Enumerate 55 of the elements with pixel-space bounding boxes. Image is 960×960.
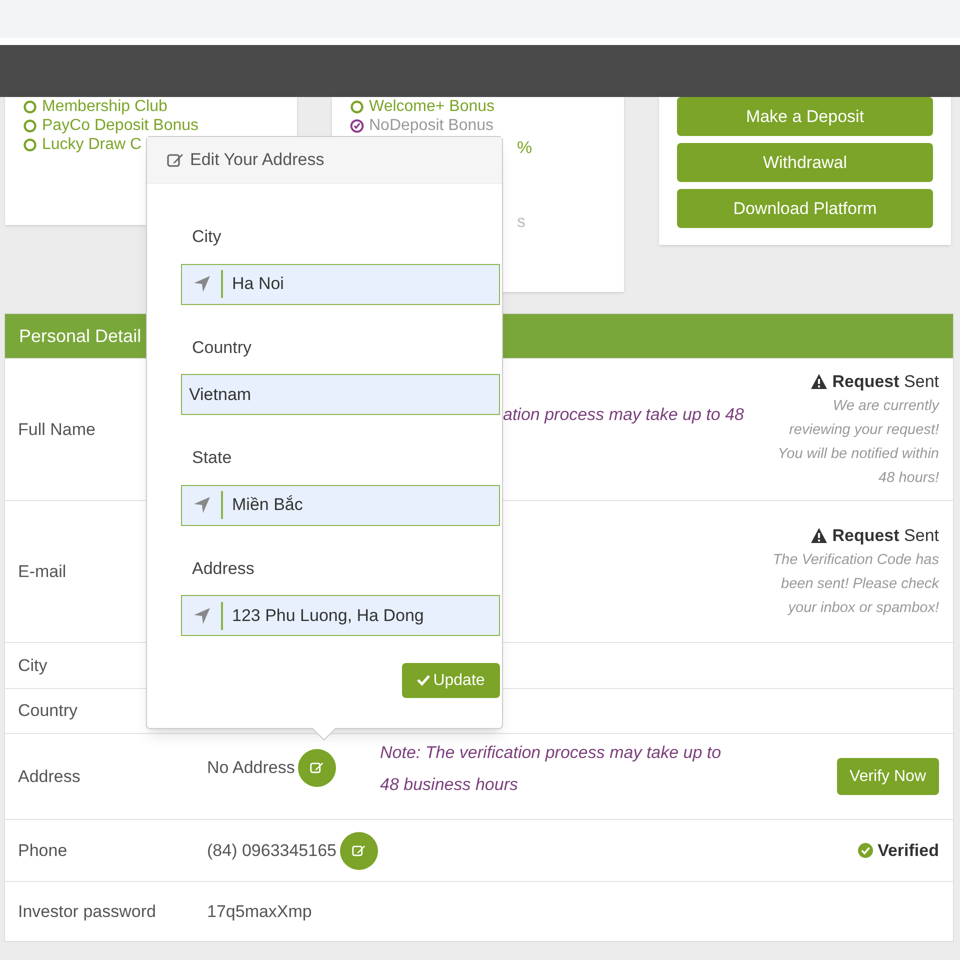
input-field[interactable]: Miền Bắc [181, 484, 500, 526]
circle-icon [23, 100, 37, 114]
bonus-link[interactable]: Membership Club [42, 97, 168, 116]
verify-button[interactable]: Verify Now [836, 758, 939, 795]
verification-note: Note: The verification process may take up to 48 business hours [380, 742, 722, 796]
action-button[interactable]: Withdrawal [677, 143, 933, 182]
field-label: Address [191, 558, 256, 580]
edit-icon [167, 152, 184, 168]
status-title: Request Sent [832, 524, 939, 547]
edit-button[interactable] [298, 748, 336, 786]
field-label: Full Name [17, 418, 96, 441]
field-label: City [17, 654, 48, 677]
check-circle-icon [858, 843, 873, 858]
panel-title: Personal Detail [19, 324, 142, 348]
bonus-text: % [517, 137, 532, 160]
field-label: Phone [17, 840, 68, 862]
location-arrow-icon [194, 608, 210, 624]
check-icon [417, 675, 430, 686]
check-circle-icon [350, 118, 364, 132]
status-message: The Verification Code has been sent! Please check your inbox or spambox! [772, 551, 939, 618]
edit-icon [352, 844, 366, 857]
field-label: State [191, 447, 233, 469]
field-value: No Address [207, 756, 295, 779]
status-message: We are currently reviewing your request! You will be notified within 48 hours! [776, 397, 939, 488]
status-title: Request Sent [832, 370, 939, 393]
bonus-link[interactable]: PayCo Deposit Bonus [42, 116, 199, 135]
location-arrow-icon [194, 497, 210, 513]
input-field[interactable]: Vietnam [181, 374, 500, 415]
field-label: Country [191, 336, 253, 358]
input-field[interactable]: 123 Phu Luong, Ha Dong [181, 595, 500, 636]
field-value: 17q5maxXmp [207, 900, 312, 923]
field-label: Investor password [17, 900, 157, 923]
edit-button[interactable] [340, 832, 378, 870]
status-title: Verified [878, 840, 939, 862]
circle-icon [350, 100, 364, 114]
update-button[interactable]: Update [402, 663, 500, 698]
field-label: City [191, 226, 222, 248]
input-field[interactable]: Ha Noi [181, 264, 500, 304]
bonus-link[interactable]: NoDeposit Bonus [369, 116, 494, 135]
action-button[interactable]: Download Platform [677, 189, 933, 228]
field-label: Country [17, 700, 79, 722]
warning-icon [811, 528, 828, 543]
bonus-text: s [517, 211, 526, 234]
verification-note: ation process may take up to 48 [502, 404, 744, 426]
bonus-link[interactable]: Welcome+ Bonus [369, 97, 495, 116]
bonus-link[interactable]: Lucky Draw C [42, 135, 142, 154]
circle-icon [23, 118, 37, 132]
warning-icon [811, 374, 828, 389]
field-label: Address [17, 766, 82, 788]
location-arrow-icon [194, 276, 210, 292]
circle-icon [23, 138, 37, 152]
popup-title: Edit Your Address [190, 149, 324, 172]
field-value: (84) 0963345165 [207, 840, 337, 862]
action-button[interactable]: Make a Deposit [677, 97, 933, 136]
edit-icon [310, 761, 324, 774]
